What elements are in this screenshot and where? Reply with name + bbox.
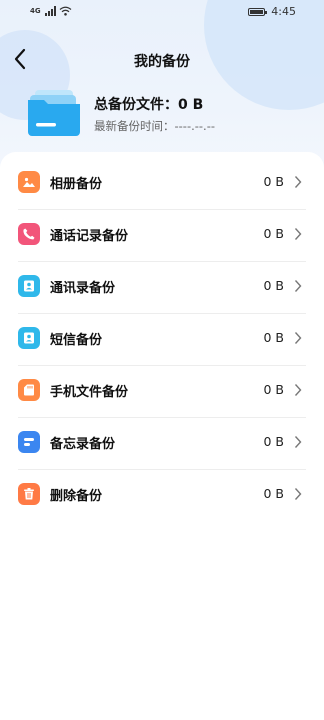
last-backup-time: 最新备份时间：----.--.-- — [94, 119, 216, 133]
chevron-right-icon — [294, 228, 302, 240]
list-item-memo-backup[interactable]: 备忘录备份 0 B — [18, 418, 306, 470]
list-item-delete-backup[interactable]: 删除备份 0 B — [18, 470, 306, 522]
chevron-right-icon — [294, 280, 302, 292]
list-item-size: 0 B — [263, 382, 284, 397]
list-item-photo-backup[interactable]: 相册备份 0 B — [18, 158, 306, 210]
clock: 4:45 — [271, 5, 296, 18]
chevron-right-icon — [294, 436, 302, 448]
total-backup-size: 总备份文件：0 B — [94, 97, 204, 113]
signal-icon — [44, 6, 56, 16]
chevron-right-icon — [294, 176, 302, 188]
photo-album-icon — [18, 171, 40, 193]
folder-icon — [28, 90, 80, 136]
list-item-size: 0 B — [263, 486, 284, 501]
list-item-sms-backup[interactable]: 短信备份 0 B — [18, 314, 306, 366]
trash-icon — [18, 483, 40, 505]
list-item-label: 备忘录备份 — [50, 437, 116, 452]
chevron-right-icon — [294, 332, 302, 344]
list-item-size: 0 B — [263, 174, 284, 189]
network-type: 4G — [30, 7, 41, 15]
list-item-contacts-backup[interactable]: 通讯录备份 0 B — [18, 262, 306, 314]
list-item-label: 通讯录备份 — [50, 281, 116, 296]
status-left: 4G — [30, 6, 72, 16]
list-item-label: 相册备份 — [50, 177, 103, 192]
list-item-size: 0 B — [263, 278, 284, 293]
chevron-right-icon — [294, 384, 302, 396]
backup-list: 相册备份 0 B 通话记录备份 0 B 通讯录备份 0 B 短信备份 0 B 手… — [0, 152, 324, 720]
message-icon — [18, 327, 40, 349]
list-item-label: 手机文件备份 — [50, 385, 129, 400]
status-bar: 4G 4:45 — [0, 0, 324, 24]
sd-card-icon — [18, 379, 40, 401]
list-item-size: 0 B — [263, 330, 284, 345]
chevron-right-icon — [294, 488, 302, 500]
list-item-size: 0 B — [263, 226, 284, 241]
list-item-label: 通话记录备份 — [50, 229, 129, 244]
list-item-call-log-backup[interactable]: 通话记录备份 0 B — [18, 210, 306, 262]
page-title: 我的备份 — [134, 54, 190, 70]
contacts-icon — [18, 275, 40, 297]
phone-icon — [18, 223, 40, 245]
wifi-icon — [59, 6, 72, 16]
list-item-label: 短信备份 — [50, 333, 103, 348]
list-item-label: 删除备份 — [50, 489, 103, 504]
battery-icon — [248, 7, 268, 16]
list-item-phone-files-backup[interactable]: 手机文件备份 0 B — [18, 366, 306, 418]
status-right: 4:45 — [248, 5, 296, 18]
memo-icon — [18, 431, 40, 453]
list-item-size: 0 B — [263, 434, 284, 449]
